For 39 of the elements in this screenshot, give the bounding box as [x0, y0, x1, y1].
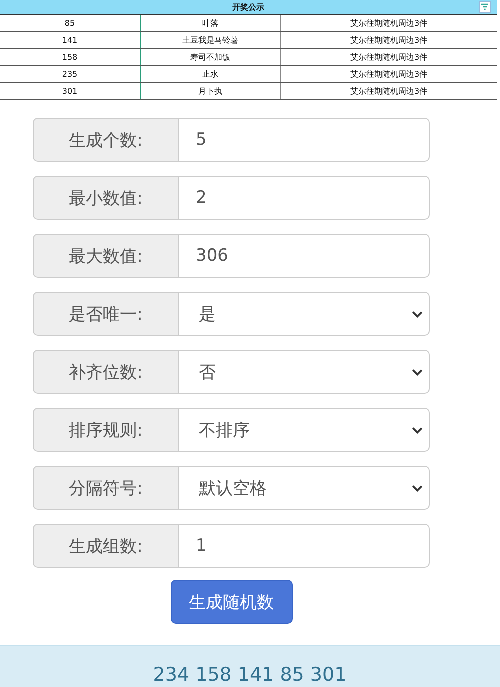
- table-cell-text: 艾尔往期随机周边3件: [349, 18, 429, 30]
- field-label: 生成组数:: [33, 524, 179, 568]
- select-field[interactable]: 是: [179, 292, 430, 336]
- chevron-down-icon: [412, 368, 423, 376]
- table-cell: 叶落: [141, 15, 281, 31]
- field-label: 排序规则:: [33, 408, 179, 452]
- input-field[interactable]: 2: [179, 176, 430, 220]
- field-label: 生成个数:: [33, 118, 179, 162]
- table-cell-text: 艾尔往期随机周边3件: [349, 34, 429, 46]
- input-field[interactable]: 1: [179, 524, 430, 568]
- field-label: 最大数值:: [33, 234, 179, 278]
- table-cell-text: 艾尔往期随机周边3件: [349, 86, 429, 98]
- select-field[interactable]: 不排序: [179, 408, 430, 452]
- table-cell: 235: [0, 66, 141, 82]
- field-label: 是否唯一:: [33, 292, 179, 336]
- input-field[interactable]: 5: [179, 118, 430, 162]
- table-cell: 月下执: [141, 83, 281, 99]
- filter-icon[interactable]: [479, 1, 491, 13]
- table-cell: 301: [0, 83, 141, 99]
- table-title: 开奖公示: [232, 2, 264, 12]
- select-field[interactable]: 否: [179, 350, 430, 394]
- table-cell: 158: [0, 49, 141, 65]
- field-label: 补齐位数:: [33, 350, 179, 394]
- table-cell: 土豆我是马铃薯: [141, 32, 281, 48]
- field-label: 最小数值:: [33, 176, 179, 220]
- table-cell: 141: [0, 32, 141, 48]
- chevron-down-icon: [412, 426, 423, 434]
- table-cell-text: 艾尔往期随机周边3件: [349, 68, 429, 80]
- field-label: 分隔符号:: [33, 466, 179, 510]
- table-cell: 85: [0, 15, 141, 31]
- input-field[interactable]: 306: [179, 234, 430, 278]
- table-cell: 止水: [141, 66, 281, 82]
- table-cell: 寿司不加饭: [141, 49, 281, 65]
- generate-button[interactable]: 生成随机数: [170, 580, 292, 624]
- result-text: 234 158 141 85 301: [153, 664, 347, 687]
- table-cell-text: 艾尔往期随机周边3件: [349, 52, 429, 64]
- chevron-down-icon: [412, 310, 423, 318]
- chevron-down-icon: [412, 484, 423, 492]
- select-field[interactable]: 默认空格: [179, 466, 430, 510]
